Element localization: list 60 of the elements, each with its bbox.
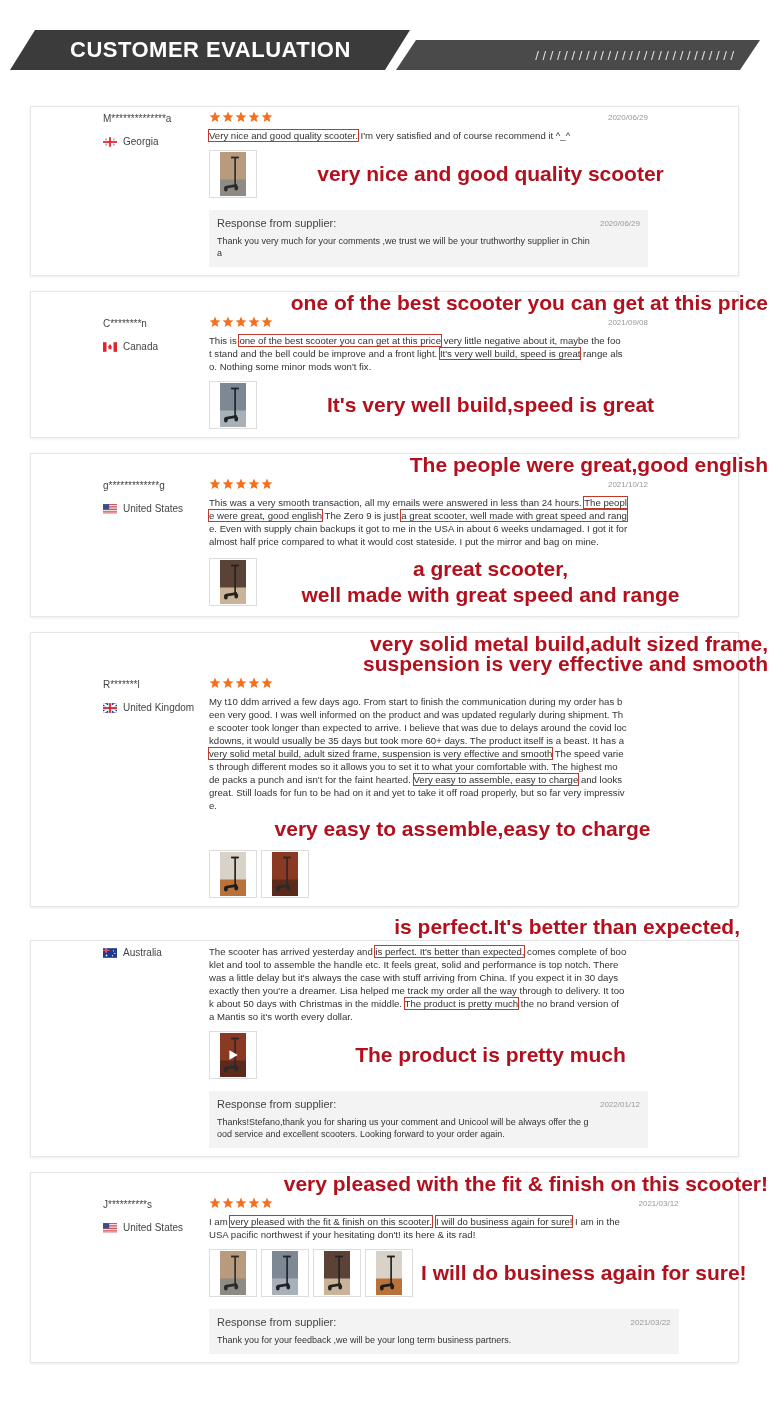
callout-text: well made with great speed and range — [301, 582, 680, 608]
review-text: The scooter has arrived yesterday and is perfect. It's better than expected, comes complete of boo klet and tool to assemble the handle etc. It feels great, solid and performance is top notch. There was a little delay but it's always the case with stuff arriving from China. If you expect it in 30 days exactly then you're a dreamer. Lisa helped me track my order all the way through to delivery. It too k about 50 days with Christmas in the middle. The product is pretty much the no brand version of a Mantis so it's worth every dollar. — [209, 945, 628, 1023]
review-text: This was a very smooth transaction, all my emails were answered in less than 24 hours. The peopl e were great, good english The Zero 9 is just a great scooter, well made with great speed and rang e. Even with supply chain backups it got to me in the USA in about 6 weeks undamaged. I got it for almost half price compared to what it would cost stateside. I put the mirror and bag on mine. — [209, 496, 629, 548]
photo-thumbnail[interactable] — [209, 1031, 257, 1079]
flag-icon — [103, 341, 117, 352]
photo-thumbnail[interactable] — [209, 850, 257, 898]
slash-pattern: / / / / / / / / / / / / / / / / / / / / / / / / / / / / — [535, 47, 734, 63]
callout-text: one of the best scooter you can get at this price — [289, 290, 768, 316]
response-date: 2020/06/29 — [599, 218, 640, 228]
review-date: 2021/03/12 — [638, 1198, 679, 1208]
photo-thumbnail[interactable] — [313, 1249, 361, 1297]
country-name: United Kingdom — [123, 702, 195, 713]
country-name: United States — [123, 1222, 184, 1233]
review-text: This is one of the best scooter you can get at this price very little negative about it, maybe the foo t stand and the bell could be improve and a front light. It's very well build, speed is great range als o. Nothing some minor mods won't fix. — [209, 334, 624, 373]
review-date: 2021/09/08 — [607, 317, 648, 327]
callout-text: is perfect.It's better than expected, — [393, 914, 740, 940]
reviewer-name: R*******l — [103, 679, 141, 690]
response-text: Thank you very much for your comments ,we trust we will be your truthworthy supplier in Chin a — [217, 235, 591, 259]
flag-icon — [103, 136, 117, 147]
review-date: 2021/10/12 — [607, 479, 648, 489]
callout-text: very pleased with the fit & finish on this scooter! — [282, 1171, 768, 1197]
country-name: Australia — [123, 947, 162, 958]
flag-icon — [103, 947, 117, 958]
callout-text: very easy to assemble,easy to charge — [273, 816, 652, 842]
response-date: 2022/01/12 — [599, 1099, 640, 1109]
photo-thumbnail[interactable] — [261, 850, 309, 898]
response-title: Response from supplier: — [217, 217, 337, 229]
callout-text: a great scooter, — [412, 556, 569, 582]
reviewer-name: C********n — [103, 318, 148, 329]
reviewer-name: g*************g — [103, 480, 166, 491]
photo-thumbnail[interactable] — [209, 558, 257, 606]
response-title: Response from supplier: — [217, 1098, 337, 1110]
callout-text: I will do business again for sure! — [421, 1260, 747, 1286]
flag-icon — [103, 702, 117, 713]
callout-text: very solid metal build,adult sized frame, — [369, 631, 768, 656]
response-title: Response from supplier: — [217, 1316, 337, 1328]
response-text: Thanks!Stefano,thank you for sharing us your comment and Unicool will be always offer the g ood service and excellent scooters. Looking forward to your order again. — [217, 1116, 590, 1140]
review-date: 2020/06/29 — [607, 112, 648, 122]
country-name: Canada — [123, 341, 159, 352]
photo-thumbnail[interactable] — [209, 1249, 257, 1297]
country-name: Georgia — [123, 136, 159, 147]
callout-text: The product is pretty much — [355, 1042, 626, 1068]
photo-thumbnail[interactable] — [365, 1249, 413, 1297]
flag-icon — [103, 1222, 117, 1233]
response-text: Thank you for your feedback ,we will be your long term business partners. — [217, 1334, 513, 1346]
callout-text: The people were great,good english — [408, 452, 768, 478]
review-text: I am very pleased with the fit & finish on this scooter. I will do business again for sure! I am in the USA pacific northwest if your hesitating don't! its here & its rad! — [209, 1215, 621, 1241]
reviewer-name: J**********s — [103, 1199, 153, 1210]
review-text: Very nice and good quality scooter. I'm very satisfied and of course recommend it ^_^ — [209, 129, 572, 142]
photo-thumbnail[interactable] — [261, 1249, 309, 1297]
banner-title: CUSTOMER EVALUATION — [70, 37, 351, 63]
photo-thumbnail[interactable] — [209, 381, 257, 429]
callout-text: very nice and good quality scooter — [317, 161, 664, 187]
review-text: My t10 ddm arrived a few days ago. From start to finish the communication during my order has b een very good. I was well informed on the product and was updated regularly during shipment. Th e scooter took longer than expected to arrive. I believe that was due to delays around the covid loc kdowns, it would usually be 35 days but took more 60+ days. The product itself is a beast. It has a very solid metal build, adult sized frame, suspension is very effective and smooth The speed varie s through different modes so it allows you to set it to what your comfortable with. The highest mo de packs a punch and isn't for the faint hearted. Very easy to assemble, easy to charge and looks great. Still loads for fun to be had on it and yet to take it off road properly, but so far very impressiv e. — [209, 695, 628, 812]
reviewer-name: M**************a — [103, 113, 173, 124]
flag-icon — [103, 503, 117, 514]
response-date: 2021/03/22 — [630, 1317, 671, 1327]
country-name: United States — [123, 503, 184, 514]
callout-text: It's very well build,speed is great — [326, 392, 655, 418]
photo-thumbnail[interactable] — [209, 150, 257, 198]
